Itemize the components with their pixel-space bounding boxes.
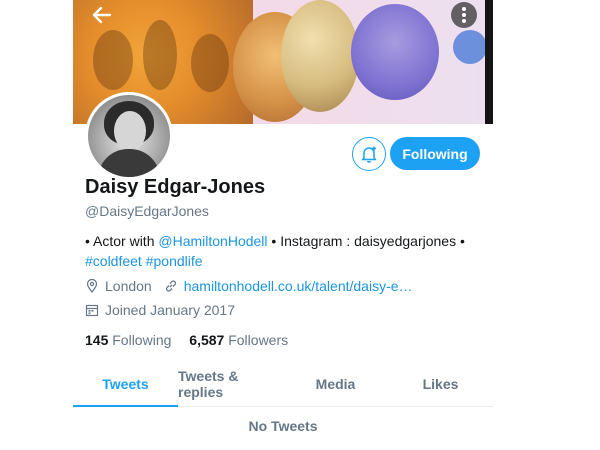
banner-photo-circle xyxy=(453,30,487,64)
profile-joined-date: Joined January 2017 xyxy=(105,302,235,318)
profile-joined-row: Joined January 2017 xyxy=(85,302,235,318)
followers-label: Followers xyxy=(228,332,289,348)
bio-hashtag-link[interactable]: #pondlife xyxy=(146,253,203,269)
bio-text: • Instagram : daisyedgarjones • xyxy=(267,233,465,249)
bio-hashtag-link[interactable]: #coldfeet xyxy=(85,253,142,269)
profile-meta-row: London hamiltonhodell.co.uk/talent/daisy… xyxy=(85,278,413,294)
tab-tweets[interactable]: Tweets xyxy=(73,362,178,407)
avatar[interactable] xyxy=(85,92,173,180)
profile-name: Daisy Edgar-Jones xyxy=(85,176,266,198)
profile-bio: • Actor with @HamiltonHodell • Instagram… xyxy=(85,231,485,271)
following-stat[interactable]: 145 Following xyxy=(85,332,171,348)
back-arrow-icon[interactable] xyxy=(91,4,113,26)
banner-photo-circle xyxy=(281,0,359,112)
profile-stats: 145 Following 6,587 Followers xyxy=(85,332,302,348)
profile-website-link[interactable]: hamiltonhodell.co.uk/talent/daisy-e… xyxy=(184,278,413,294)
calendar-icon xyxy=(85,303,99,317)
following-button[interactable]: Following xyxy=(390,137,480,170)
followers-stat[interactable]: 6,587 Followers xyxy=(189,332,288,348)
followers-count: 6,587 xyxy=(189,332,225,348)
bio-text: • Actor with xyxy=(85,233,159,249)
bio-mention-link[interactable]: @HamiltonHodell xyxy=(158,233,267,249)
following-label: Following xyxy=(112,332,172,348)
link-icon xyxy=(164,279,178,293)
banner-photo-circle xyxy=(351,4,439,100)
following-count: 145 xyxy=(85,332,109,348)
more-options-icon[interactable] xyxy=(451,2,477,28)
profile-screen: Following Daisy Edgar-Jones @DaisyEdgarJ… xyxy=(73,0,493,450)
bell-plus-icon xyxy=(361,146,377,163)
profile-handle: @DaisyEdgarJones xyxy=(85,203,209,219)
banner-edge xyxy=(485,0,493,124)
profile-tabs: Tweets Tweets & replies Media Likes xyxy=(73,362,493,407)
notification-bell-button[interactable] xyxy=(352,137,386,171)
location-pin-icon xyxy=(85,278,99,294)
tab-media[interactable]: Media xyxy=(283,362,388,406)
profile-location: London xyxy=(105,278,152,294)
empty-state-text: No Tweets xyxy=(248,418,318,434)
tab-likes[interactable]: Likes xyxy=(388,362,493,406)
tab-tweets-and-replies[interactable]: Tweets & replies xyxy=(178,362,283,406)
